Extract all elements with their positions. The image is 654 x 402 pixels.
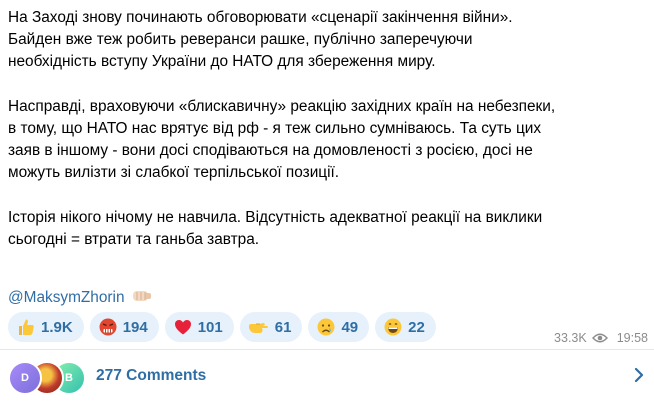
text-line: Байден вже теж робить реверанси рашке, п… bbox=[8, 31, 473, 49]
angry-face-icon bbox=[99, 318, 117, 336]
views-count: 33.3K bbox=[554, 331, 587, 345]
paragraph-2: Насправді, враховуючи «блискавичну» реак… bbox=[8, 96, 648, 185]
reaction-angry[interactable]: 194 bbox=[89, 312, 159, 342]
paragraph-3: Історія нікого нічому не навчила. Відсут… bbox=[8, 207, 648, 251]
text-line: На Заході знову починають обговорювати «… bbox=[8, 9, 513, 26]
comments-button[interactable]: D B 277 Comments bbox=[0, 350, 654, 402]
eye-icon bbox=[591, 333, 608, 343]
mention-link[interactable]: @MaksymZhorin bbox=[8, 289, 125, 306]
reaction-count: 61 bbox=[274, 318, 292, 336]
fist-emoji-icon bbox=[132, 288, 152, 311]
chevron-right-icon bbox=[634, 367, 644, 383]
red-heart-icon bbox=[174, 320, 191, 335]
post-text: На Заході знову починають обговорювати «… bbox=[8, 7, 648, 251]
text-line: в тому, що НАТО нас врятує від рф - я те… bbox=[8, 120, 542, 137]
reaction-crying[interactable]: 49 bbox=[308, 312, 370, 342]
text-line: можуть вилізти зі слабкої терпільської п… bbox=[8, 164, 340, 182]
reaction-count: 101 bbox=[197, 318, 223, 336]
reaction-pointing-hand[interactable]: 61 bbox=[239, 312, 303, 342]
paragraph-1: На Заході знову починають обговорювати «… bbox=[8, 7, 648, 74]
channel-post: На Заході знову починають обговорювати «… bbox=[0, 0, 654, 402]
reaction-thumbs-up[interactable]: 1.9K bbox=[8, 312, 84, 342]
pointing-hand-icon bbox=[248, 323, 268, 333]
text-line: Насправді, враховуючи «блискавичну» реак… bbox=[8, 97, 556, 115]
crying-face-icon bbox=[317, 318, 335, 336]
reaction-count: 194 bbox=[122, 318, 148, 336]
text-line: заяв в іншому - вони досі сподіваються н… bbox=[8, 142, 533, 160]
reactions-bar: 1.9K 194 101 61 49 22 bbox=[8, 312, 436, 342]
comments-label: 277 Comments bbox=[96, 367, 207, 384]
grinning-face-icon bbox=[384, 318, 402, 336]
reaction-count: 1.9K bbox=[41, 318, 73, 336]
commenter-avatars: D B bbox=[8, 357, 88, 395]
text-line: Історія нікого нічому не навчила. Відсут… bbox=[8, 208, 543, 226]
mention-line: @MaksymZhorin bbox=[8, 287, 152, 311]
reaction-grinning[interactable]: 22 bbox=[375, 312, 436, 342]
reaction-heart[interactable]: 101 bbox=[164, 312, 234, 342]
post-meta: 33.3K 19:58 bbox=[554, 331, 648, 345]
text-line: необхідність вступу України до НАТО для … bbox=[8, 53, 436, 71]
text-line: сьогодні = втрати та ганьба завтра. bbox=[8, 231, 260, 248]
avatar: D bbox=[8, 361, 42, 395]
thumbs-up-icon bbox=[19, 319, 34, 335]
reaction-count: 49 bbox=[341, 318, 359, 336]
post-time: 19:58 bbox=[616, 331, 648, 345]
reaction-count: 22 bbox=[408, 318, 425, 336]
